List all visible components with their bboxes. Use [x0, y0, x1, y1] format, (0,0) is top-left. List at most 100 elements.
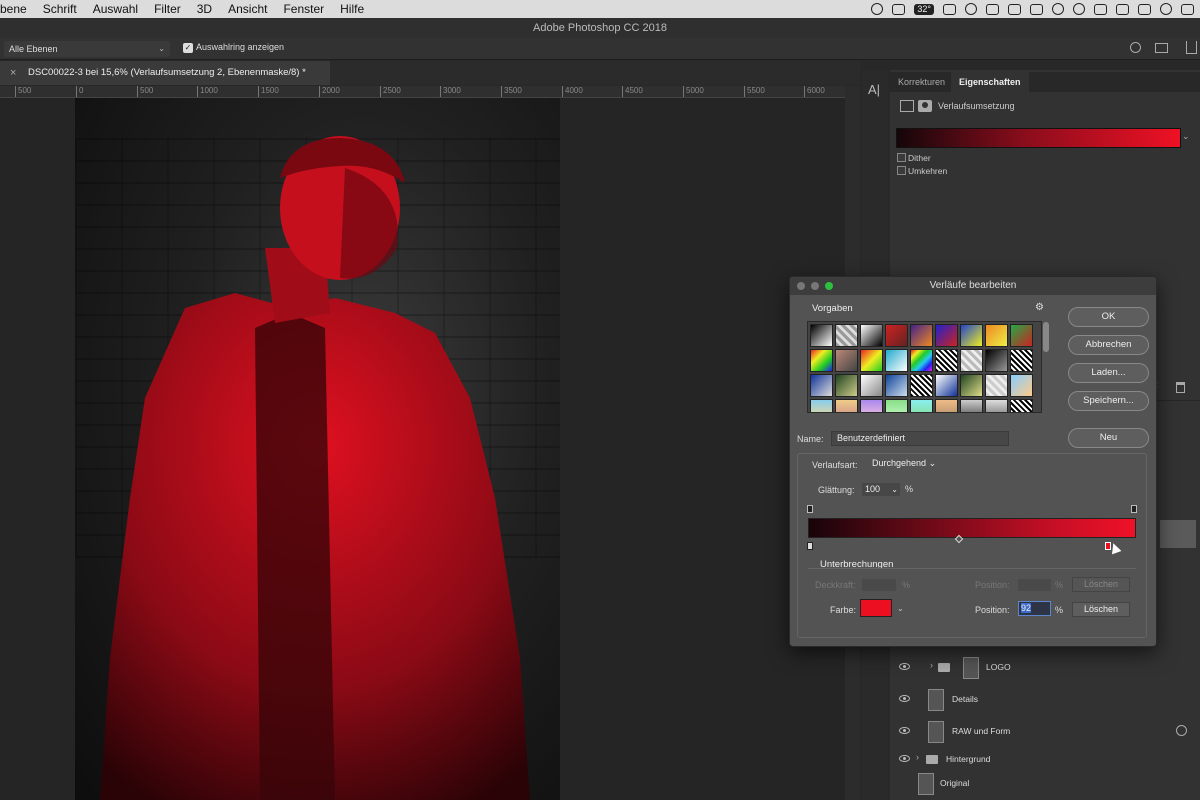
- name-field[interactable]: Benutzerdefiniert: [831, 431, 1009, 446]
- gradient-presets-grid[interactable]: [807, 321, 1042, 413]
- dither-checkbox[interactable]: [897, 153, 906, 162]
- preset-swatch[interactable]: [885, 349, 908, 372]
- layer-row[interactable]: › LOGO: [890, 654, 1200, 682]
- preset-swatch[interactable]: [860, 399, 883, 412]
- preset-swatch[interactable]: [910, 324, 933, 347]
- preset-swatch[interactable]: [985, 324, 1008, 347]
- menu-filter[interactable]: Filter: [154, 2, 190, 16]
- color-stop-left[interactable]: [807, 542, 813, 550]
- sync-icon[interactable]: [1052, 3, 1064, 15]
- preset-swatch[interactable]: [960, 399, 983, 412]
- extension-icon[interactable]: [943, 3, 956, 15]
- chevron-right-icon[interactable]: ›: [916, 752, 919, 762]
- document-image[interactable]: [75, 98, 560, 800]
- stop-color-swatch[interactable]: [860, 599, 892, 617]
- window-close-button[interactable]: [797, 282, 805, 290]
- chevron-down-icon[interactable]: ⌄: [897, 604, 904, 613]
- preset-swatch[interactable]: [810, 374, 833, 397]
- presets-scrollbar[interactable]: [1043, 322, 1049, 352]
- preset-swatch[interactable]: [860, 324, 883, 347]
- preset-swatch[interactable]: [985, 374, 1008, 397]
- trash-icon[interactable]: [1176, 382, 1185, 393]
- gradient-type-select[interactable]: Durchgehend ⌄: [872, 458, 936, 469]
- mask-icon[interactable]: [918, 100, 932, 112]
- opacity-stop-right[interactable]: [1131, 505, 1137, 513]
- cancel-button[interactable]: Abbrechen: [1068, 335, 1149, 355]
- menu-view[interactable]: Ansicht: [228, 2, 276, 16]
- display-icon[interactable]: [892, 3, 906, 15]
- preset-swatch[interactable]: [960, 324, 983, 347]
- load-button[interactable]: Laden...: [1068, 363, 1149, 383]
- layer-row[interactable]: Details: [890, 686, 1200, 714]
- preset-swatch[interactable]: [860, 349, 883, 372]
- menu-layer[interactable]: bene: [0, 2, 36, 16]
- preset-swatch[interactable]: [935, 324, 958, 347]
- record-icon[interactable]: [871, 3, 884, 15]
- airplay-icon[interactable]: [1116, 3, 1129, 15]
- preset-swatch[interactable]: [885, 374, 908, 397]
- gradient-map-preview[interactable]: [896, 128, 1181, 148]
- tab-corrections[interactable]: Korrekturen: [890, 72, 953, 92]
- preset-swatch[interactable]: [910, 349, 933, 372]
- reverse-checkbox[interactable]: [897, 166, 906, 175]
- preset-swatch[interactable]: [960, 374, 983, 397]
- preset-swatch[interactable]: [860, 374, 883, 397]
- gradient-bar[interactable]: [808, 518, 1136, 538]
- preset-swatch[interactable]: [1010, 324, 1033, 347]
- document-tab[interactable]: × DSC00022-3 bei 15,6% (Verlaufsumsetzun…: [0, 61, 330, 85]
- search-icon[interactable]: [1130, 42, 1141, 53]
- layer-row[interactable]: RAW und Form: [890, 718, 1200, 746]
- menu-3d[interactable]: 3D: [197, 2, 221, 16]
- preset-swatch[interactable]: [960, 349, 983, 372]
- smart-object-icon[interactable]: [1176, 725, 1187, 736]
- preset-swatch[interactable]: [835, 374, 858, 397]
- preset-swatch[interactable]: [810, 399, 833, 412]
- gear-icon[interactable]: ⚙: [1035, 302, 1044, 313]
- preset-swatch[interactable]: [885, 324, 908, 347]
- creative-cloud-icon[interactable]: [965, 3, 977, 15]
- eye-icon[interactable]: [899, 727, 910, 734]
- close-icon[interactable]: ×: [10, 61, 16, 85]
- show-ring-checkbox[interactable]: ✓: [183, 43, 193, 53]
- save-button[interactable]: Speichern...: [1068, 391, 1149, 411]
- temperature-badge[interactable]: 32°: [914, 3, 934, 15]
- preset-swatch[interactable]: [1010, 349, 1033, 372]
- dropbox-icon[interactable]: [986, 3, 999, 15]
- preset-swatch[interactable]: [985, 349, 1008, 372]
- character-panel-icon[interactable]: A|: [868, 82, 880, 97]
- chevron-right-icon[interactable]: ›: [930, 660, 933, 670]
- wifi-icon[interactable]: [1094, 3, 1107, 15]
- preset-swatch[interactable]: [835, 349, 858, 372]
- workspace-icon[interactable]: [1155, 43, 1168, 53]
- menu-type[interactable]: Schrift: [43, 2, 86, 16]
- notes-icon[interactable]: [1008, 3, 1021, 15]
- preset-swatch[interactable]: [1010, 399, 1033, 412]
- preset-swatch[interactable]: [810, 324, 833, 347]
- menu-help[interactable]: Hilfe: [340, 2, 373, 16]
- notification-center-icon[interactable]: [1181, 3, 1194, 15]
- eye-icon[interactable]: [899, 695, 910, 702]
- color-delete-button[interactable]: Löschen: [1072, 602, 1130, 617]
- battery-icon[interactable]: [1138, 3, 1151, 15]
- menu-select[interactable]: Auswahl: [93, 2, 147, 16]
- chevron-down-icon[interactable]: ⌄: [1182, 131, 1190, 142]
- share-icon[interactable]: [1186, 41, 1197, 54]
- new-button[interactable]: Neu: [1068, 428, 1149, 448]
- preset-swatch[interactable]: [935, 399, 958, 412]
- window-zoom-button[interactable]: [825, 282, 833, 290]
- window-minimize-button[interactable]: [811, 282, 819, 290]
- user-icon[interactable]: [1160, 3, 1172, 15]
- preset-swatch[interactable]: [810, 349, 833, 372]
- preset-swatch[interactable]: [835, 399, 858, 412]
- ok-button[interactable]: OK: [1068, 307, 1149, 327]
- menu-window[interactable]: Fenster: [283, 2, 333, 16]
- opacity-stop-left[interactable]: [807, 505, 813, 513]
- eye-icon[interactable]: [899, 663, 910, 670]
- preset-swatch[interactable]: [885, 399, 908, 412]
- smoothness-input[interactable]: 100 ⌄: [862, 483, 900, 496]
- layer-select-dropdown[interactable]: Alle Ebenen ⌄: [4, 41, 170, 57]
- canvas-area[interactable]: [0, 98, 860, 800]
- color-position-input[interactable]: 92: [1018, 601, 1051, 616]
- preset-swatch[interactable]: [835, 324, 858, 347]
- preset-swatch[interactable]: [910, 399, 933, 412]
